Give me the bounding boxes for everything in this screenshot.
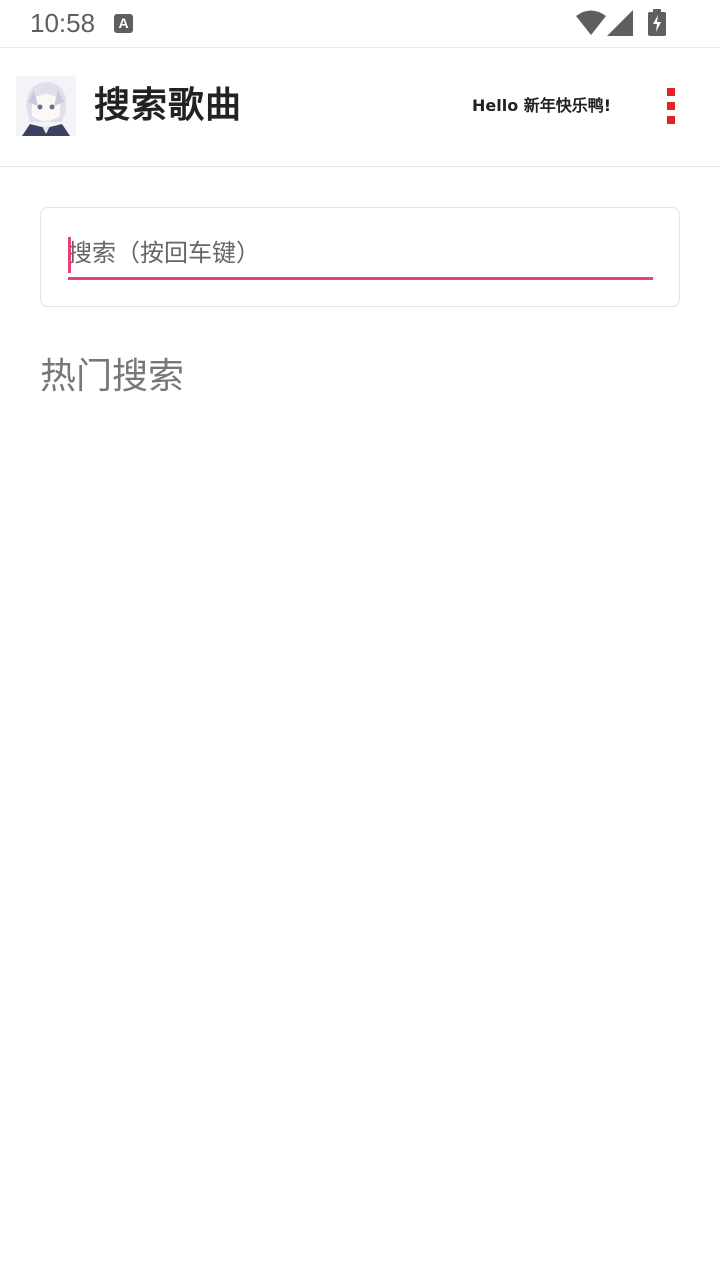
battery-charging-icon [648, 9, 666, 36]
search-input[interactable] [68, 234, 653, 280]
hot-search-title: 热门搜索 [40, 356, 185, 397]
avatar[interactable] [16, 76, 76, 136]
text-cursor [68, 237, 71, 273]
more-vertical-icon [667, 88, 675, 96]
more-vertical-icon-dot [667, 102, 675, 110]
a-letter-icon: A [114, 14, 133, 33]
status-time: 10:58 [30, 8, 96, 38]
more-options-button[interactable] [656, 83, 686, 129]
anime-avatar-icon [16, 76, 76, 136]
status-bar: 10:58 A [0, 0, 720, 48]
app-bar: 搜索歌曲 Hello 新年快乐鸭! [0, 49, 720, 167]
page-title: 搜索歌曲 [94, 85, 243, 126]
more-vertical-icon-dot [667, 116, 675, 124]
greeting-text: Hello 新年快乐鸭! [472, 96, 612, 115]
wifi-icon [576, 10, 606, 35]
search-card [40, 207, 680, 307]
cellular-signal-icon [607, 10, 633, 36]
